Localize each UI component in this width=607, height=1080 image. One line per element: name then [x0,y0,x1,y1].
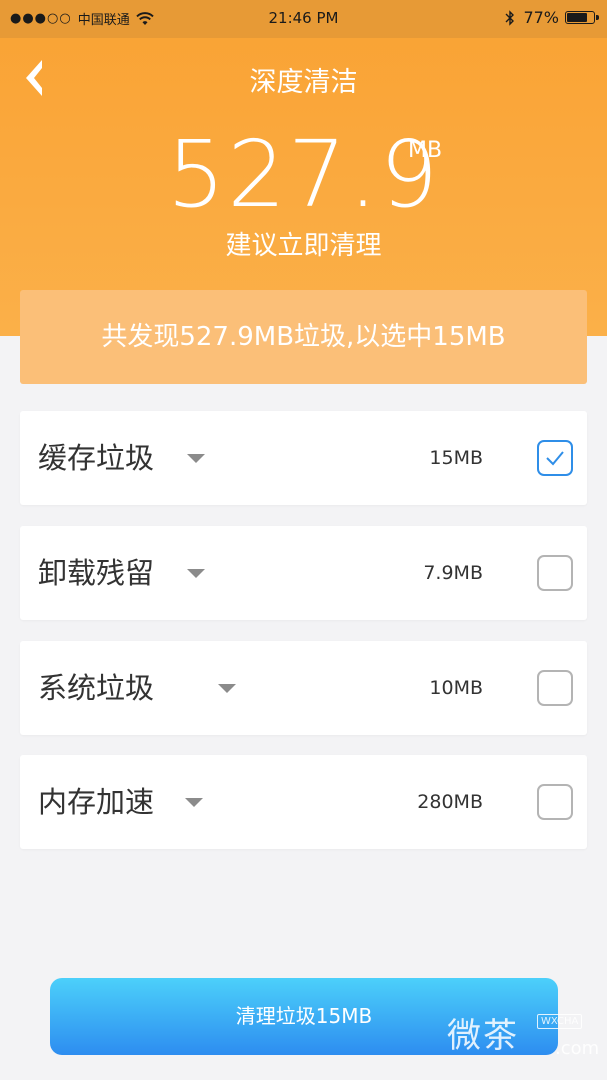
list-item-uninstall-residue[interactable]: 卸载残留 7.9MB [20,526,587,620]
item-size: 15MB [429,447,483,469]
chevron-down-icon[interactable] [185,798,203,807]
watermark-tag: WXCHA [537,1014,583,1029]
status-right: 77% [505,8,599,27]
summary-banner: 共发现527.9MB垃圾,以选中15MB [20,290,587,384]
bluetooth-icon [505,9,515,26]
item-size: 280MB [417,791,483,813]
item-size: 7.9MB [423,562,483,584]
chevron-down-icon[interactable] [187,569,205,578]
item-label: 缓存垃圾 [38,441,155,475]
list-item-cache-junk[interactable]: 缓存垃圾 15MB [20,411,587,505]
item-label: 系统垃圾 [38,671,155,705]
item-size: 10MB [429,677,483,699]
checkmark-icon [546,451,564,466]
watermark-text: 微茶 [447,1016,519,1056]
item-label: 内存加速 [38,785,155,819]
page-title: 深度清洁 [249,67,358,98]
suggestion-text: 建议立即清理 [225,231,382,261]
chevron-down-icon[interactable] [218,684,236,693]
junk-size-display: 527.9 MB [0,120,607,230]
battery-fill [567,13,587,22]
item-checkbox[interactable] [537,440,573,476]
junk-size-value: 527.9 [166,121,441,228]
item-label: 卸载残留 [38,556,155,590]
junk-size-unit: MB [408,138,443,163]
item-checkbox[interactable] [537,670,573,706]
watermark-logo: 微茶 WXCHA .com [447,1008,600,1068]
battery-icon [565,11,599,24]
list-item-system-junk[interactable]: 系统垃圾 10MB [20,641,587,735]
watermark-domain: .com [555,1038,600,1059]
item-checkbox[interactable] [537,555,573,591]
chevron-down-icon[interactable] [187,454,205,463]
status-bar: ●●●○○ 中国联通 21:46 PM 77% [0,0,607,38]
list-item-memory-boost[interactable]: 内存加速 280MB [20,755,587,849]
battery-percent: 77% [523,8,559,27]
item-checkbox[interactable] [537,784,573,820]
